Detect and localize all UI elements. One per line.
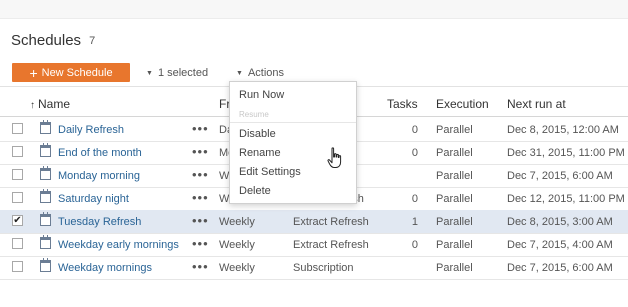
execution-cell: Parallel bbox=[436, 239, 473, 251]
top-strip bbox=[0, 0, 628, 19]
schedule-name-link[interactable]: Tuesday Refresh bbox=[58, 216, 141, 228]
execution-cell: Parallel bbox=[436, 170, 473, 182]
next-run-cell: Dec 7, 2015, 4:00 AM bbox=[507, 239, 613, 251]
menu-item-rename[interactable]: Rename bbox=[239, 147, 281, 159]
execution-cell: Parallel bbox=[436, 216, 473, 228]
caret-down-icon: ▼ bbox=[236, 70, 243, 77]
column-header-tasks[interactable]: Tasks bbox=[387, 97, 418, 111]
next-run-cell: Dec 8, 2015, 12:00 AM bbox=[507, 124, 619, 136]
row-checkbox[interactable] bbox=[12, 261, 23, 272]
next-run-cell: Dec 12, 2015, 11:00 PM bbox=[507, 193, 625, 205]
execution-cell: Parallel bbox=[436, 193, 473, 205]
actions-menu: Run Now Resume Disable Rename Edit Setti… bbox=[229, 81, 357, 204]
tasks-cell: 0 bbox=[411, 124, 418, 136]
plus-icon: + bbox=[29, 64, 38, 81]
more-options-icon[interactable]: ••• bbox=[192, 190, 209, 205]
schedule-name-link[interactable]: Daily Refresh bbox=[58, 124, 124, 136]
calendar-icon bbox=[40, 120, 51, 134]
menu-item-run-now[interactable]: Run Now bbox=[239, 89, 284, 101]
hand-pointer-cursor-icon bbox=[327, 147, 342, 168]
row-checkbox[interactable] bbox=[12, 123, 23, 134]
more-options-icon[interactable]: ••• bbox=[192, 144, 209, 159]
row-checkbox[interactable] bbox=[12, 146, 23, 157]
row-checkbox[interactable] bbox=[12, 238, 23, 249]
page-title-text: Schedules bbox=[11, 32, 82, 49]
calendar-icon bbox=[40, 189, 51, 203]
menu-divider bbox=[230, 122, 356, 123]
schedule-name-link[interactable]: Weekday mornings bbox=[58, 262, 152, 274]
column-header-name-label: Name bbox=[38, 97, 71, 111]
menu-item-edit-settings[interactable]: Edit Settings bbox=[239, 166, 301, 178]
more-options-icon[interactable]: ••• bbox=[192, 259, 209, 274]
more-options-icon[interactable]: ••• bbox=[192, 121, 209, 136]
next-run-cell: Dec 7, 2015, 6:00 AM bbox=[507, 170, 613, 182]
row-checkbox[interactable] bbox=[12, 169, 23, 180]
selection-dropdown[interactable]: ▼ 1 selected bbox=[146, 67, 208, 79]
row-checkbox-checked[interactable]: ✔ bbox=[12, 215, 23, 226]
selected-count-label: 1 selected bbox=[157, 67, 209, 79]
type-cell: Extract Refresh bbox=[293, 216, 369, 228]
calendar-icon bbox=[40, 143, 51, 157]
more-options-icon[interactable]: ••• bbox=[192, 213, 209, 228]
tasks-cell: 0 bbox=[411, 239, 418, 251]
table-row[interactable]: Weekday mornings ••• Weekly Subscription… bbox=[0, 256, 628, 280]
tasks-cell: 0 bbox=[411, 193, 418, 205]
calendar-icon bbox=[40, 166, 51, 180]
calendar-icon bbox=[40, 235, 51, 249]
calendar-icon bbox=[40, 258, 51, 272]
page-title: Schedules 7 bbox=[11, 32, 95, 49]
actions-dropdown[interactable]: ▼ Actions bbox=[236, 67, 284, 79]
schedule-name-link[interactable]: Weekday early mornings bbox=[58, 239, 179, 251]
frequency-cell: Weekly bbox=[219, 262, 255, 274]
next-run-cell: Dec 7, 2015, 6:00 AM bbox=[507, 262, 613, 274]
tasks-cell: 1 bbox=[411, 216, 418, 228]
menu-item-resume: Resume bbox=[239, 110, 269, 119]
schedule-name-link[interactable]: Saturday night bbox=[58, 193, 129, 205]
sort-up-arrow-icon: ↑ bbox=[30, 100, 35, 111]
type-cell: Extract Refresh bbox=[293, 239, 369, 251]
execution-cell: Parallel bbox=[436, 262, 473, 274]
table-row[interactable]: Weekday early mornings ••• Weekly Extrac… bbox=[0, 233, 628, 257]
row-checkbox[interactable] bbox=[12, 192, 23, 203]
column-header-next-run[interactable]: Next run at bbox=[507, 97, 566, 111]
menu-item-disable[interactable]: Disable bbox=[239, 128, 276, 140]
schedule-name-link[interactable]: End of the month bbox=[58, 147, 142, 159]
more-options-icon[interactable]: ••• bbox=[192, 236, 209, 251]
new-schedule-button[interactable]: + New Schedule bbox=[12, 63, 130, 82]
next-run-cell: Dec 8, 2015, 3:00 AM bbox=[507, 216, 613, 228]
execution-cell: Parallel bbox=[436, 124, 473, 136]
type-cell: Subscription bbox=[293, 262, 354, 274]
calendar-icon bbox=[40, 212, 51, 226]
tasks-cell: 0 bbox=[411, 147, 418, 159]
execution-cell: Parallel bbox=[436, 147, 473, 159]
more-options-icon[interactable]: ••• bbox=[192, 167, 209, 182]
schedule-count: 7 bbox=[89, 35, 96, 47]
column-header-name[interactable]: ↑ Name bbox=[30, 97, 70, 111]
frequency-cell: Weekly bbox=[219, 239, 255, 251]
new-schedule-label: New Schedule bbox=[41, 66, 113, 79]
frequency-cell: Weekly bbox=[219, 216, 255, 228]
column-header-execution[interactable]: Execution bbox=[436, 97, 489, 111]
actions-label: Actions bbox=[247, 67, 285, 79]
next-run-cell: Dec 31, 2015, 11:00 PM bbox=[507, 147, 625, 159]
table-row-selected[interactable]: ✔ Tuesday Refresh ••• Weekly Extract Ref… bbox=[0, 210, 628, 234]
caret-down-icon: ▼ bbox=[146, 70, 153, 77]
menu-item-delete[interactable]: Delete bbox=[239, 185, 271, 197]
schedule-name-link[interactable]: Monday morning bbox=[58, 170, 140, 182]
